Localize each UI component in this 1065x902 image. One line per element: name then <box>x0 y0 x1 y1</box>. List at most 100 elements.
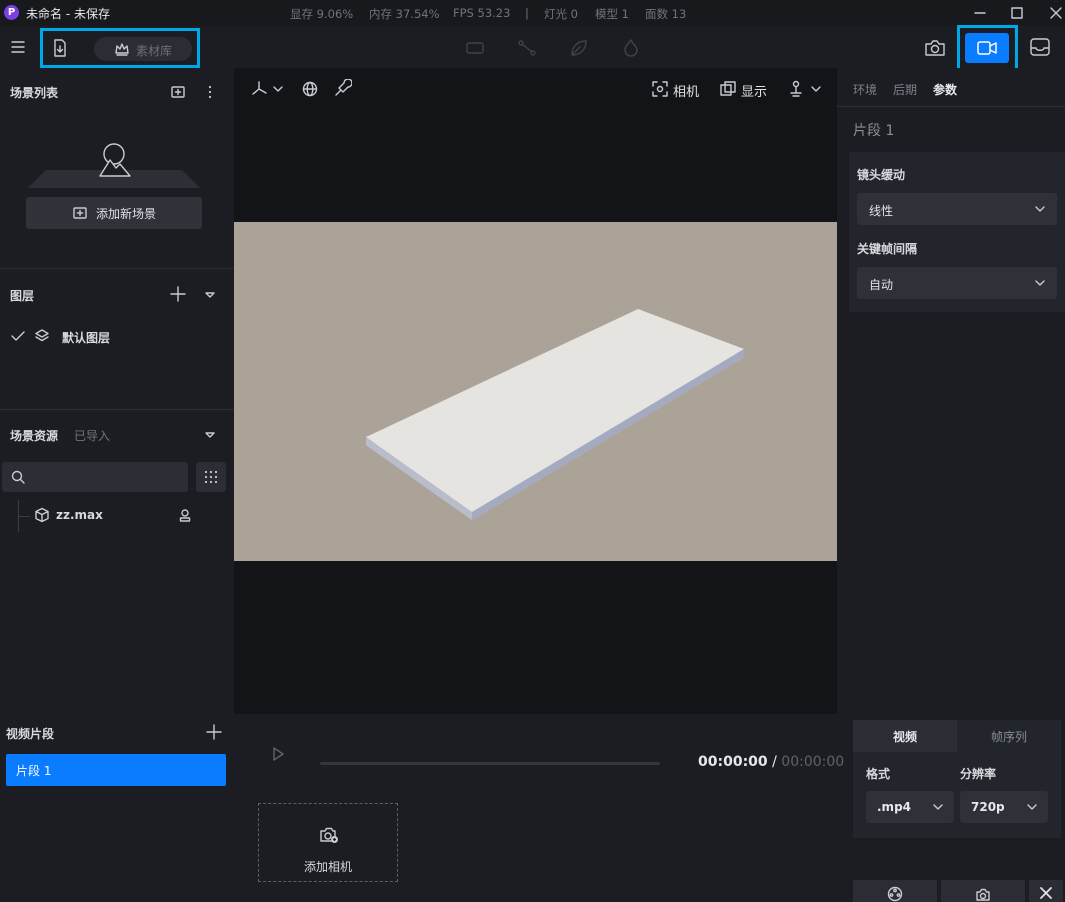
time-separator: / <box>772 754 777 770</box>
crown-icon <box>113 40 131 58</box>
format-select[interactable]: .mp4 <box>866 791 954 823</box>
title-bar <box>0 0 1065 26</box>
close-window-icon[interactable] <box>1046 3 1065 23</box>
fps-stat: FPS 53.23 <box>453 6 511 20</box>
cube-icon <box>35 507 49 523</box>
chevron-down-icon <box>1035 206 1045 212</box>
video-record-button[interactable] <box>965 33 1009 63</box>
add-camera-label: 添加相机 <box>304 860 353 874</box>
asset-file-name: zz.max <box>56 508 103 522</box>
stat-separator: | <box>525 6 529 20</box>
time-display: 00:00:00 / 00:00:00 <box>698 754 844 770</box>
lights-stat: 灯光 0 <box>544 7 578 21</box>
easing-value: 线性 <box>869 204 894 218</box>
video-clips-panel <box>0 714 234 902</box>
resolution-label: 分辨率 <box>960 767 997 781</box>
resolution-select[interactable]: 720p <box>960 791 1048 823</box>
empty-scene-illustration <box>28 140 200 190</box>
add-scene-btn-icon <box>72 205 88 221</box>
add-camera-button[interactable]: 添加相机 <box>258 803 398 882</box>
clip-title: 片段 1 <box>853 123 895 139</box>
tray-icon[interactable] <box>1028 36 1052 58</box>
total-time: 00:00:00 <box>781 754 845 770</box>
faces-stat: 面数 13 <box>645 7 687 21</box>
pin-pen-icon[interactable] <box>332 79 352 99</box>
camera-export-icon <box>976 888 990 901</box>
add-layer-icon[interactable] <box>169 285 187 303</box>
scene-list-title: 场景列表 <box>10 86 59 100</box>
add-scene-icon[interactable] <box>169 83 187 101</box>
divider <box>0 268 234 269</box>
play-icon[interactable] <box>268 744 288 764</box>
render-canvas[interactable] <box>234 222 837 561</box>
search-icon <box>11 470 25 484</box>
export-tab-video[interactable]: 视频 <box>893 728 917 745</box>
easing-select[interactable]: 线性 <box>857 193 1057 225</box>
window-title: 未命名 - 未保存 <box>26 7 110 21</box>
lock-icon[interactable] <box>178 508 192 522</box>
keyframe-value: 自动 <box>869 278 894 292</box>
asset-search-input[interactable] <box>2 462 188 492</box>
layers-icon <box>35 329 49 342</box>
layer-row[interactable]: 默认图层 <box>10 328 220 346</box>
menu-icon[interactable] <box>8 37 28 57</box>
grid-view-button[interactable] <box>196 462 226 492</box>
clip-item[interactable]: 片段 1 <box>6 754 226 786</box>
lighting-dropdown[interactable] <box>786 79 826 99</box>
timeline-progress[interactable] <box>320 762 660 765</box>
layers-title: 图层 <box>10 289 35 303</box>
keyframe-select[interactable]: 自动 <box>857 267 1057 299</box>
current-time: 00:00:00 <box>698 754 768 770</box>
chevron-down-icon <box>1035 280 1045 286</box>
layer-label: 默认图层 <box>62 331 111 345</box>
leaf-tool-icon[interactable] <box>568 38 590 58</box>
format-label: 格式 <box>866 767 891 781</box>
box-model <box>366 309 744 520</box>
video-clips-title: 视频片段 <box>6 727 55 741</box>
divider <box>0 409 234 410</box>
assets-collapse-icon[interactable] <box>201 426 219 444</box>
scene-more-icon[interactable] <box>201 83 219 101</box>
frame-tool-icon[interactable] <box>464 38 486 58</box>
add-clip-icon[interactable] <box>204 722 224 742</box>
screenshot-camera-icon[interactable] <box>923 37 947 59</box>
display-button[interactable]: 显示 <box>720 79 772 100</box>
chevron-down-icon <box>933 804 943 810</box>
display-label: 显示 <box>741 85 768 100</box>
imported-label[interactable]: 已导入 <box>74 427 110 444</box>
tab-post[interactable]: 后期 <box>893 81 917 98</box>
library-label: 素材库 <box>136 44 173 58</box>
tree-line <box>18 516 30 517</box>
fire-tool-icon[interactable] <box>620 38 642 58</box>
app-logo: P <box>4 5 19 20</box>
export-tab-frames[interactable]: 帧序列 <box>991 728 1027 745</box>
path-tool-icon[interactable] <box>516 38 538 58</box>
add-camera-icon <box>320 827 338 843</box>
layers-collapse-icon[interactable] <box>201 286 219 304</box>
vram-stat: 显存 9.06% <box>290 7 354 21</box>
easing-label: 镜头缓动 <box>857 168 906 182</box>
minimize-icon[interactable] <box>970 3 990 23</box>
display-icon <box>720 81 736 96</box>
export-camera-button[interactable] <box>941 880 1025 902</box>
keyframe-label: 关键帧间隔 <box>857 242 918 256</box>
globe-icon[interactable] <box>300 79 320 99</box>
import-file-icon[interactable] <box>50 38 70 58</box>
close-panel-button[interactable] <box>1029 880 1063 902</box>
scene-assets-title: 场景资源 <box>10 429 59 443</box>
resolution-value: 720p <box>971 800 1005 814</box>
axis-transform-dropdown[interactable] <box>250 79 290 99</box>
close-icon <box>1040 887 1052 899</box>
camera-frame-icon <box>652 81 668 97</box>
chevron-down-icon <box>1027 804 1037 810</box>
maximize-icon[interactable] <box>1007 3 1027 23</box>
checkmark-icon <box>11 331 25 341</box>
format-value: .mp4 <box>877 800 912 814</box>
camera-view-button[interactable]: 相机 <box>652 79 704 100</box>
render-settings-button[interactable] <box>853 880 937 902</box>
grid-icon <box>204 470 218 484</box>
tab-environment[interactable]: 环境 <box>853 81 877 98</box>
clip-item-label: 片段 1 <box>16 764 52 778</box>
asset-file-row[interactable]: zz.max <box>34 507 224 525</box>
tab-params[interactable]: 参数 <box>933 81 957 98</box>
